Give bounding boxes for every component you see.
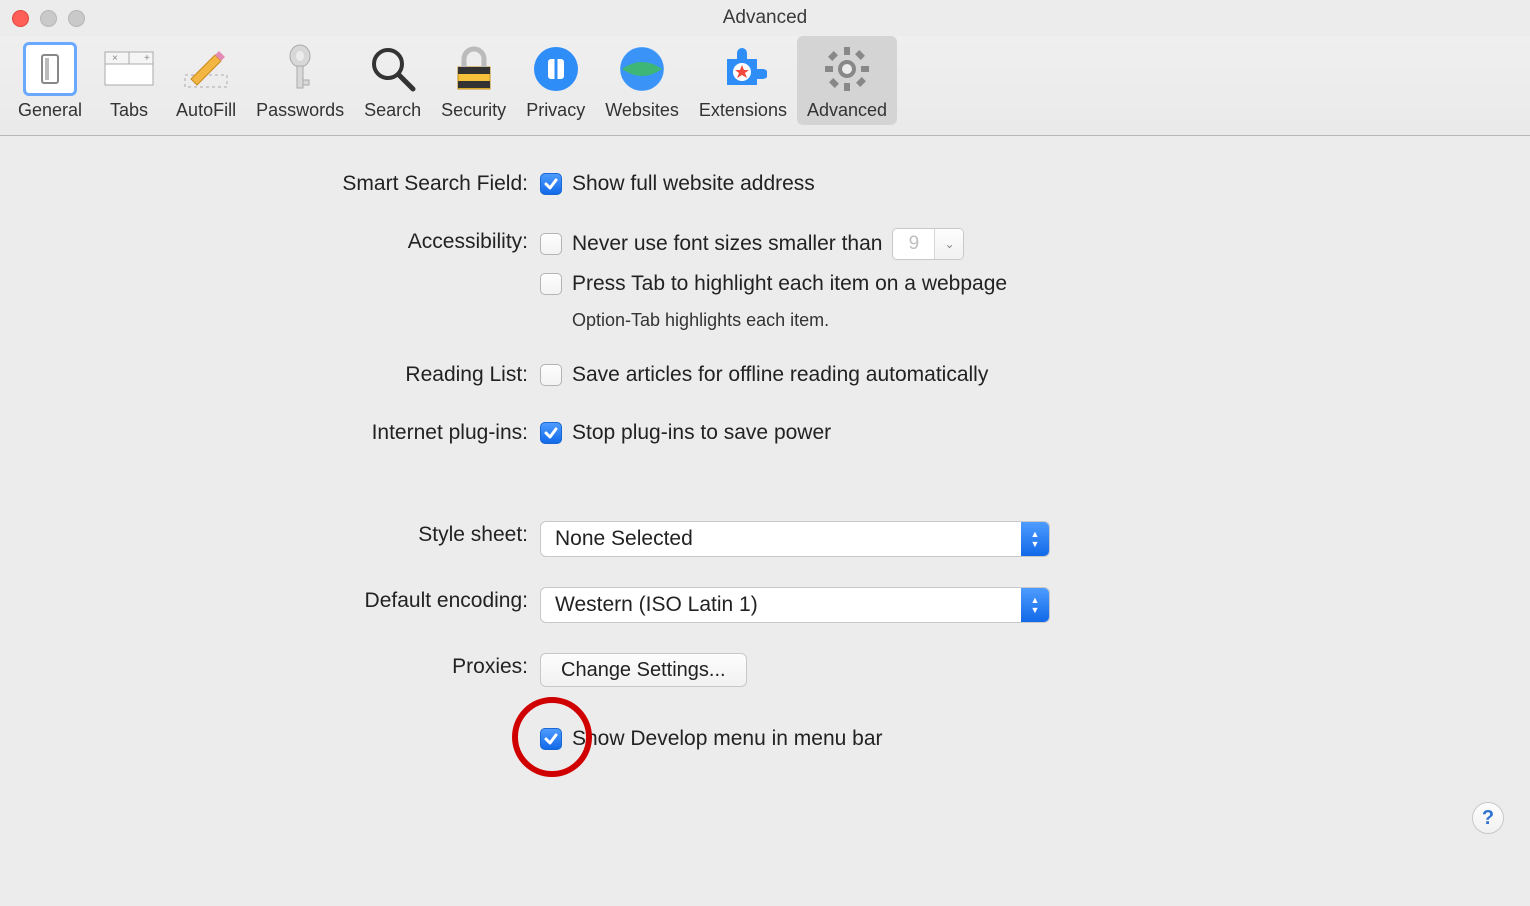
tab-privacy[interactable]: Privacy [516,36,595,125]
help-button[interactable]: ? [1472,802,1504,834]
select-arrows-icon: ▲▼ [1021,522,1049,556]
tab-label: Search [364,100,421,121]
encoding-value: Western (ISO Latin 1) [541,591,772,619]
tab-passwords[interactable]: Passwords [246,36,354,125]
tab-advanced[interactable]: Advanced [797,36,897,125]
close-window-button[interactable] [12,10,29,27]
tab-extensions[interactable]: Extensions [689,36,797,125]
stop-plugins-label: Stop plug-ins to save power [572,419,831,447]
tab-label: Websites [605,100,679,121]
proxies-label: Proxies: [40,653,540,681]
titlebar: Advanced [0,0,1530,36]
svg-text:+: + [144,53,150,64]
search-icon [366,42,420,96]
min-font-size-checkbox[interactable] [540,233,562,255]
chevron-down-icon: ⌄ [935,229,963,259]
tab-general[interactable]: General [8,36,92,125]
save-offline-checkbox[interactable] [540,364,562,386]
show-full-address-checkbox[interactable] [540,173,562,195]
accessibility-label: Accessibility: [40,228,540,256]
gear-icon [820,42,874,96]
tab-label: Passwords [256,100,344,121]
preferences-toolbar: General ×+ Tabs AutoFill Passwords Searc… [0,36,1530,136]
zoom-window-button[interactable] [68,10,85,27]
show-full-address-label: Show full website address [572,170,815,198]
style-sheet-value: None Selected [541,525,707,553]
encoding-label: Default encoding: [40,587,540,615]
traffic-lights [12,10,85,27]
tab-label: AutoFill [176,100,236,121]
style-sheet-select[interactable]: None Selected ▲▼ [540,521,1050,557]
press-tab-label: Press Tab to highlight each item on a we… [572,270,1007,298]
tab-websites[interactable]: Websites [595,36,689,125]
style-sheet-label: Style sheet: [40,521,540,549]
general-icon [23,42,77,96]
show-develop-menu-checkbox[interactable] [540,728,562,750]
extensions-icon [716,42,770,96]
privacy-icon [529,42,583,96]
show-develop-menu-label: Show Develop menu in menu bar [572,725,883,753]
select-arrows-icon: ▲▼ [1021,588,1049,622]
preferences-content: Smart Search Field: Show full website ad… [0,136,1530,753]
tab-label: Tabs [110,100,148,121]
plugins-label: Internet plug-ins: [40,419,540,447]
globe-icon [615,42,669,96]
key-icon [273,42,327,96]
autofill-icon [179,42,233,96]
tab-tabs[interactable]: ×+ Tabs [92,36,166,125]
svg-text:×: × [112,53,118,64]
tab-search[interactable]: Search [354,36,431,125]
tab-label: Privacy [526,100,585,121]
lock-icon [447,42,501,96]
tabs-icon: ×+ [102,42,156,96]
encoding-select[interactable]: Western (ISO Latin 1) ▲▼ [540,587,1050,623]
tab-autofill[interactable]: AutoFill [166,36,246,125]
tab-label: Extensions [699,100,787,121]
tab-label: Advanced [807,100,887,121]
change-settings-button[interactable]: Change Settings... [540,653,747,687]
min-font-size-stepper[interactable]: 9 ⌄ [892,228,964,260]
press-tab-checkbox[interactable] [540,273,562,295]
reading-list-label: Reading List: [40,361,540,389]
option-tab-hint: Option-Tab highlights each item. [540,310,1490,331]
minimize-window-button[interactable] [40,10,57,27]
min-font-size-label: Never use font sizes smaller than [572,230,882,258]
stop-plugins-checkbox[interactable] [540,422,562,444]
save-offline-label: Save articles for offline reading automa… [572,361,988,389]
tab-label: General [18,100,82,121]
window-title: Advanced [0,7,1530,29]
min-font-size-value: 9 [893,229,935,259]
tab-label: Security [441,100,506,121]
tab-security[interactable]: Security [431,36,516,125]
smart-search-label: Smart Search Field: [40,170,540,198]
